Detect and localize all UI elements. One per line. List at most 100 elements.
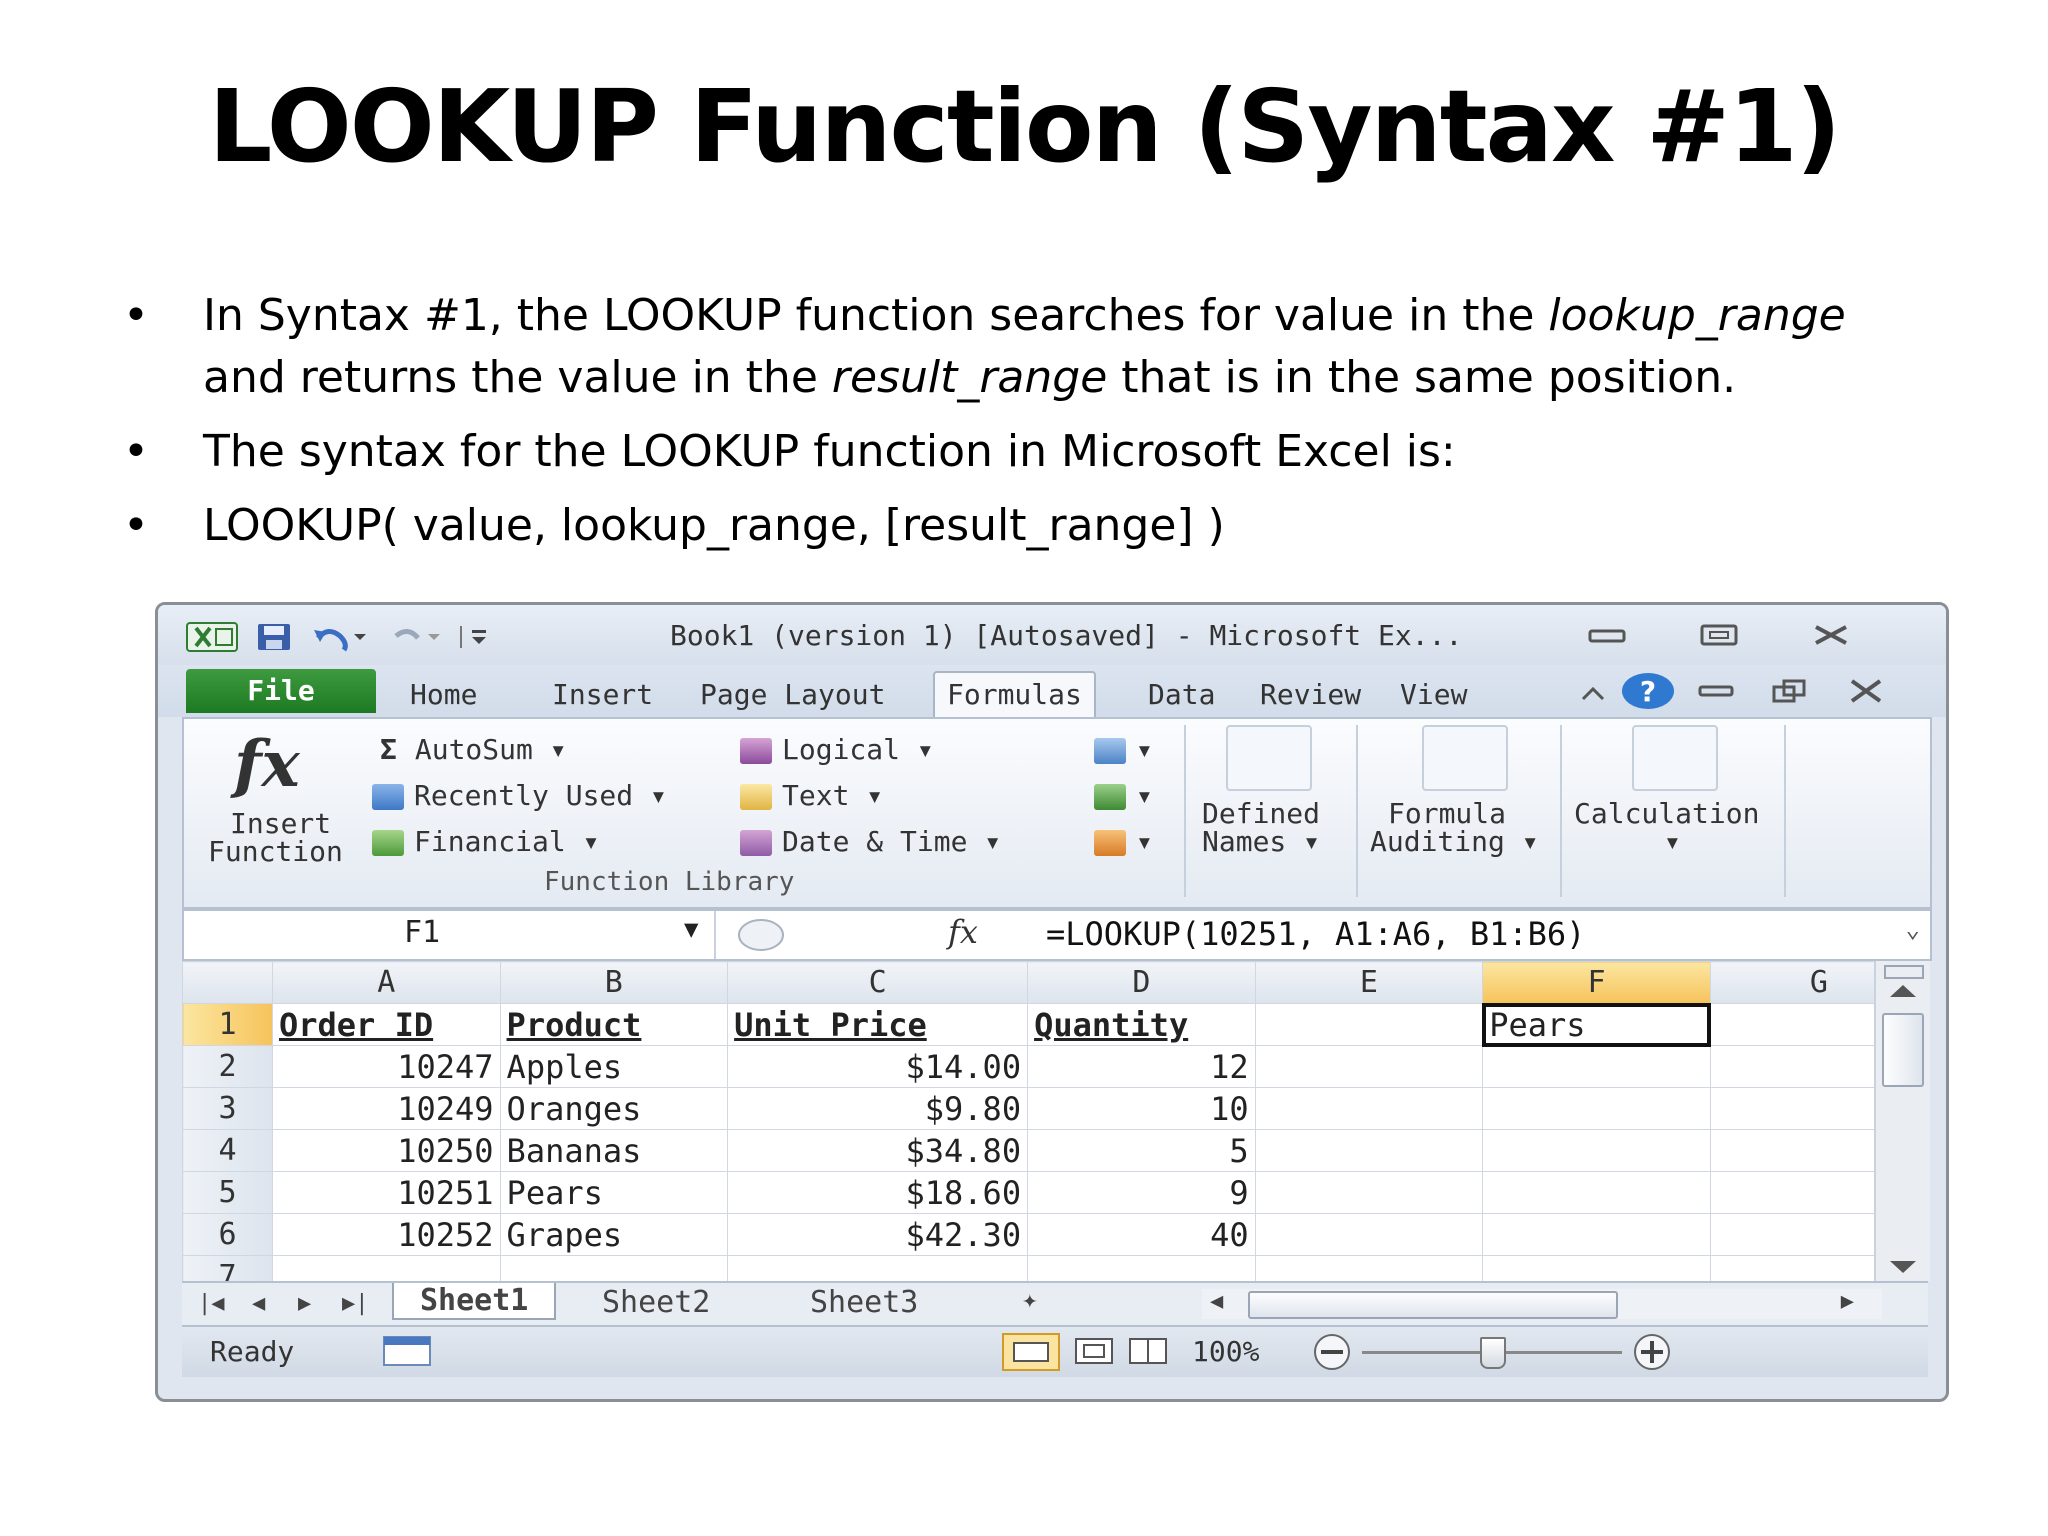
date-time-button[interactable]: Date & Time ▾ — [740, 825, 1001, 858]
insert-function-fx-icon[interactable]: fx — [948, 913, 978, 951]
collapse-ribbon-icon[interactable] — [1578, 681, 1608, 705]
math-trig-button[interactable]: ▾ — [1094, 779, 1153, 812]
cell[interactable]: 12 — [1027, 1045, 1256, 1088]
cell[interactable]: Unit Price — [727, 1003, 1029, 1046]
cell[interactable]: $9.80 — [727, 1087, 1029, 1130]
cell[interactable]: 10252 — [271, 1213, 501, 1256]
cell[interactable]: Pears — [499, 1171, 729, 1214]
column-header[interactable]: B — [499, 961, 729, 1004]
column-header[interactable]: F — [1482, 961, 1711, 1004]
restore-icon[interactable] — [1698, 623, 1740, 647]
sheet-tab-sheet1[interactable]: Sheet1 — [392, 1283, 557, 1320]
row-header[interactable]: 4 — [182, 1129, 273, 1172]
zoom-level[interactable]: 100% — [1192, 1335, 1259, 1368]
sheet-tab-sheet2[interactable]: Sheet2 — [602, 1285, 710, 1320]
cell[interactable]: Apples — [499, 1045, 729, 1088]
text-button[interactable]: Text ▾ — [740, 779, 883, 812]
scroll-right-icon[interactable]: ▶ — [1841, 1289, 1854, 1314]
cell[interactable] — [1254, 1045, 1484, 1088]
recently-used-button[interactable]: Recently Used ▾ — [372, 779, 667, 812]
insert-worksheet-icon[interactable]: ✦ — [1022, 1285, 1038, 1315]
help-icon[interactable]: ? — [1620, 671, 1676, 711]
cell[interactable] — [1254, 1171, 1484, 1214]
sheet-tab-sheet3[interactable]: Sheet3 — [810, 1285, 918, 1320]
column-header[interactable]: A — [271, 961, 501, 1004]
redo-icon[interactable] — [384, 622, 444, 652]
tab-page-layout[interactable]: Page Layout — [688, 673, 897, 717]
row-header[interactable]: 5 — [182, 1171, 273, 1214]
tab-formulas[interactable]: Formulas — [933, 671, 1096, 717]
tab-view[interactable]: View — [1388, 673, 1479, 717]
customize-qat-icon[interactable] — [458, 622, 494, 652]
horizontal-scroll-thumb[interactable] — [1248, 1291, 1618, 1319]
zoom-out-icon[interactable] — [1308, 1333, 1356, 1371]
name-box-dropdown-icon[interactable]: ▼ — [684, 915, 698, 943]
calculation-button[interactable]: Calculation ▾ — [1572, 719, 1782, 869]
tab-insert[interactable]: Insert — [540, 673, 665, 717]
financial-button[interactable]: Financial ▾ — [372, 825, 599, 858]
cell[interactable] — [1482, 1087, 1711, 1130]
split-box[interactable] — [1884, 965, 1924, 979]
cell[interactable]: 10249 — [271, 1087, 501, 1130]
cell[interactable] — [1254, 1213, 1484, 1256]
logical-button[interactable]: Logical ▾ — [740, 733, 934, 766]
cell[interactable] — [1482, 1129, 1711, 1172]
cell[interactable] — [1482, 1213, 1711, 1256]
tab-review[interactable]: Review — [1248, 673, 1373, 717]
zoom-slider-thumb[interactable] — [1480, 1337, 1506, 1369]
scroll-down-icon[interactable] — [1890, 1261, 1916, 1273]
cell[interactable]: $14.00 — [727, 1045, 1029, 1088]
vertical-scrollbar[interactable] — [1874, 961, 1930, 1281]
cell[interactable] — [1482, 1171, 1711, 1214]
cell[interactable]: Quantity — [1027, 1003, 1256, 1046]
more-functions-button[interactable]: ▾ — [1094, 825, 1153, 858]
row-header[interactable]: 1 — [182, 1003, 273, 1046]
lookup-reference-button[interactable]: ▾ — [1094, 733, 1153, 766]
prev-sheet-icon[interactable]: ◀ — [252, 1291, 265, 1316]
cell[interactable]: 10251 — [271, 1171, 501, 1214]
tab-data[interactable]: Data — [1136, 673, 1227, 717]
cell[interactable]: 40 — [1027, 1213, 1256, 1256]
cell[interactable]: $42.30 — [727, 1213, 1029, 1256]
cell[interactable]: Oranges — [499, 1087, 729, 1130]
column-header[interactable]: C — [727, 961, 1029, 1004]
expand-formula-bar-icon[interactable]: ⌄ — [1906, 915, 1920, 943]
cell[interactable]: 10 — [1027, 1087, 1256, 1130]
insert-function-button[interactable]: fx Insert Function — [194, 723, 354, 873]
page-break-preview-icon[interactable] — [1126, 1335, 1170, 1367]
close-icon[interactable] — [1810, 623, 1852, 647]
undo-icon[interactable] — [310, 622, 370, 652]
minimize-icon[interactable] — [1586, 627, 1628, 645]
zoom-in-icon[interactable] — [1628, 1333, 1676, 1371]
next-sheet-icon[interactable]: ▶ — [298, 1291, 311, 1316]
close-workbook-icon[interactable] — [1846, 677, 1886, 705]
horizontal-scrollbar[interactable]: ◀ ▶ — [1202, 1289, 1882, 1319]
formula-bar-splitter-icon[interactable] — [736, 917, 786, 953]
scroll-up-icon[interactable] — [1890, 985, 1916, 997]
name-box[interactable]: F1 ▼ — [184, 911, 716, 959]
formula-input[interactable]: =LOOKUP(10251, A1:A6, B1:B6) — [1046, 915, 1585, 953]
cell[interactable]: Order ID — [271, 1003, 501, 1046]
column-header[interactable]: E — [1254, 961, 1484, 1004]
cell[interactable]: 9 — [1027, 1171, 1256, 1214]
scroll-thumb[interactable] — [1882, 1013, 1924, 1087]
row-header[interactable]: 3 — [182, 1087, 273, 1130]
restore-workbook-icon[interactable] — [1770, 677, 1810, 705]
select-all-corner[interactable] — [182, 961, 273, 1004]
scroll-left-icon[interactable]: ◀ — [1210, 1289, 1223, 1314]
cell[interactable]: Grapes — [499, 1213, 729, 1256]
cell[interactable]: Product — [499, 1003, 729, 1046]
cell[interactable] — [1254, 1003, 1484, 1046]
macro-recording-icon[interactable] — [382, 1335, 432, 1367]
save-icon[interactable] — [254, 622, 294, 652]
first-sheet-icon[interactable]: |◀ — [198, 1291, 225, 1316]
tab-home[interactable]: Home — [398, 673, 489, 717]
cell[interactable]: Bananas — [499, 1129, 729, 1172]
active-cell[interactable]: Pears — [1481, 1002, 1712, 1047]
tab-file[interactable]: File — [186, 669, 376, 713]
row-header[interactable]: 6 — [182, 1213, 273, 1256]
minimize-workbook-icon[interactable] — [1696, 681, 1736, 701]
column-header[interactable]: D — [1027, 961, 1256, 1004]
page-layout-view-icon[interactable] — [1072, 1335, 1116, 1367]
autosum-button[interactable]: Σ AutoSum ▾ — [380, 733, 567, 766]
